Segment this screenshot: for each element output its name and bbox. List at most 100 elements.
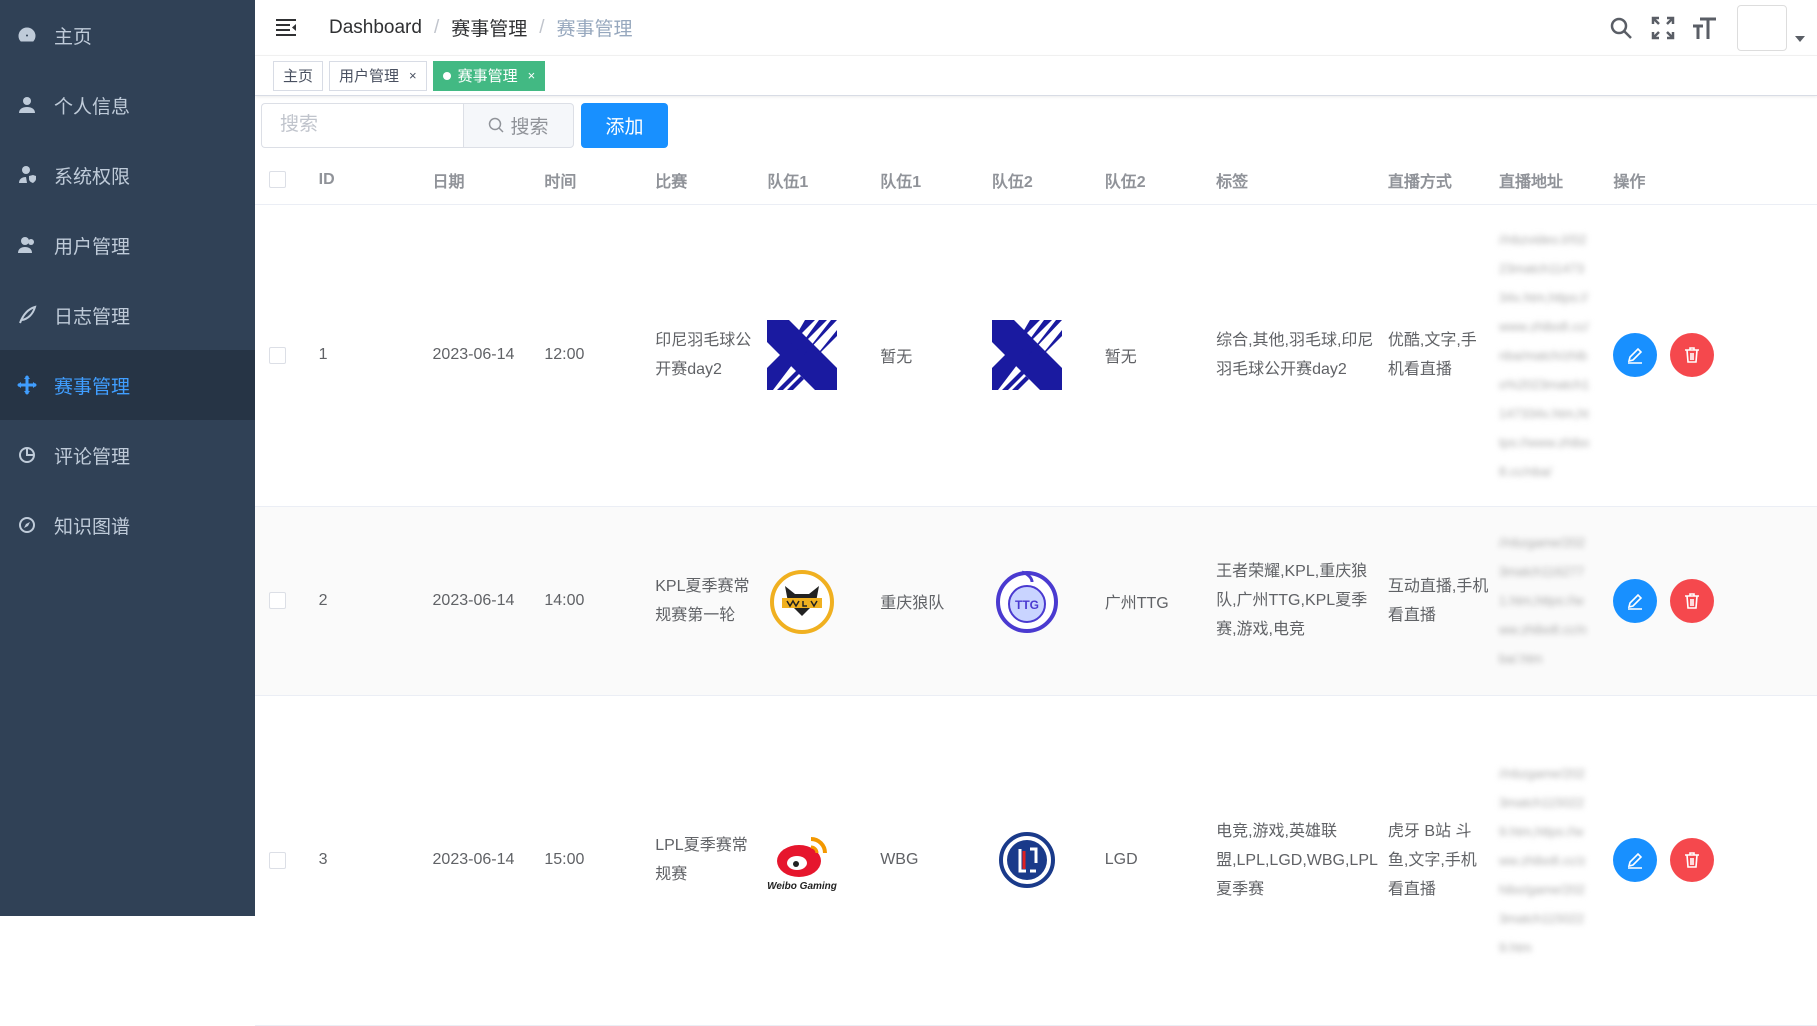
- breadcrumb-item[interactable]: 赛事管理: [451, 14, 527, 41]
- column-header: 队伍2: [1104, 156, 1217, 205]
- live-url-text: //nbzgame/2023match1162771.htm,https://w…: [1499, 535, 1587, 666]
- weibo-gaming-logo-icon: Weibo Gaming: [767, 837, 837, 892]
- live-mode-text: 互动直播,手机看直播: [1387, 577, 1489, 624]
- column-header: 比赛: [655, 156, 768, 205]
- close-icon[interactable]: ×: [409, 68, 417, 83]
- tags-text: 综合,其他,羽毛球,印尼羽毛球公开赛day2: [1216, 332, 1374, 378]
- table-row: 2 2023-06-14 14:00 KPL夏季赛常规赛第一轮 重庆狼队 TTG…: [255, 506, 1817, 696]
- live-url-cell: //nbzgame/2023match1162771.htm,https://w…: [1499, 506, 1614, 696]
- right-menu: [1607, 0, 1817, 56]
- add-button[interactable]: 添加: [581, 102, 668, 148]
- breadcrumb-item[interactable]: Dashboard: [329, 17, 422, 39]
- sidebar-item-label: 知识图谱: [54, 516, 131, 538]
- tags-text: 王者荣耀,KPL,重庆狼队,广州TTG,KPL夏季赛,游戏,电竞: [1216, 563, 1368, 638]
- column-header: 队伍1: [767, 156, 881, 205]
- select-all-cell: [255, 156, 319, 205]
- tags-cell: 王者荣耀,KPL,重庆狼队,广州TTG,KPL夏季赛,游戏,电竞: [1216, 506, 1388, 696]
- time-cell: 12:00: [544, 204, 656, 507]
- delete-button[interactable]: [1670, 578, 1715, 623]
- tag-label: 用户管理: [339, 68, 400, 85]
- sidebar-item-comments[interactable]: 评论管理: [0, 420, 255, 490]
- actions-cell: [1613, 695, 1817, 1026]
- trash-icon: [1685, 852, 1700, 868]
- team2-cell: 广州TTG: [1104, 506, 1217, 696]
- delete-button[interactable]: [1670, 838, 1715, 882]
- team1-cell: 重庆狼队: [880, 506, 992, 696]
- sidebar-item-label: 评论管理: [54, 446, 131, 468]
- team2-logo-cell: [991, 204, 1105, 507]
- live-mode-text: 优酷,文字,手机看直播: [1387, 332, 1477, 378]
- live-url-cell: //nbzgame/2023match1150229.htm,https://w…: [1499, 695, 1614, 1026]
- team1-cell: WBG: [880, 695, 992, 1026]
- matches-table: ID 日期 时间 比赛 队伍1 队伍1 队伍2 队伍2 标签 直播方式 直播地址…: [255, 156, 1817, 1026]
- row-select-cell: [255, 695, 319, 1026]
- fullscreen-icon[interactable]: [1649, 14, 1677, 42]
- table-row: 3 2023-06-14 15:00 LPL夏季赛常规赛 Weibo Gamin…: [255, 695, 1817, 1026]
- caret-down-icon[interactable]: [1795, 29, 1805, 47]
- tag-match-management[interactable]: 赛事管理 ×: [432, 60, 546, 91]
- sidebar-item-profile[interactable]: 个人信息: [0, 70, 255, 140]
- row-select-cell: [255, 204, 319, 507]
- row-checkbox[interactable]: [269, 592, 286, 609]
- close-icon[interactable]: ×: [528, 68, 536, 83]
- team1-logo-cell: [767, 204, 881, 507]
- team2-logo-cell: TTG: [991, 506, 1105, 696]
- font-size-icon[interactable]: [1691, 14, 1719, 42]
- sidebar-item-label: 日志管理: [54, 306, 131, 328]
- tag-user-management[interactable]: 用户管理 ×: [329, 60, 427, 91]
- breadcrumb-separator: /: [539, 16, 545, 38]
- live-mode-cell: 互动直播,手机看直播: [1387, 506, 1500, 696]
- actions-cell: [1613, 204, 1817, 507]
- edit-icon: [1628, 852, 1643, 869]
- compass-icon: [16, 514, 38, 536]
- time-cell: 15:00: [544, 695, 656, 1026]
- actions-cell: [1613, 506, 1817, 696]
- trash-icon: [1685, 347, 1700, 363]
- row-checkbox[interactable]: [269, 346, 286, 364]
- breadcrumb-item: 赛事管理: [556, 19, 633, 40]
- live-url-text: //nbzvideo.l//0223match1147334x.htm,http…: [1499, 231, 1590, 479]
- sidebar-item-label: 个人信息: [54, 96, 131, 118]
- id-cell: 3: [318, 695, 433, 1026]
- edit-button[interactable]: [1613, 838, 1658, 882]
- row-checkbox[interactable]: [269, 851, 286, 869]
- column-header: 队伍1: [880, 156, 992, 205]
- live-url-text: //nbzgame/2023match1150229.htm,https://w…: [1499, 765, 1586, 955]
- id-cell: 2: [318, 506, 433, 696]
- edit-button[interactable]: [1613, 333, 1658, 377]
- active-dot-icon: [442, 71, 451, 80]
- tags-cell: 电竞,游戏,英雄联盟,LPL,LGD,WBG,LPL夏季赛: [1216, 695, 1388, 1026]
- user-icon: [16, 94, 38, 116]
- users-icon: [16, 234, 38, 256]
- select-all-checkbox[interactable]: [269, 171, 286, 189]
- live-mode-cell: 虎牙 B站 斗鱼,文字,手机看直播: [1387, 695, 1500, 1026]
- sidebar-item-matches[interactable]: 赛事管理: [0, 350, 255, 420]
- sidebar-item-logs[interactable]: 日志管理: [0, 280, 255, 350]
- navbar: Dashboard / 赛事管理 / 赛事管理: [255, 0, 1817, 56]
- live-mode-text: 虎牙 B站 斗鱼,文字,手机看直播: [1387, 822, 1477, 898]
- tag-label: 主页: [283, 68, 314, 85]
- edit-button[interactable]: [1613, 578, 1658, 623]
- sidebar-item-permissions[interactable]: 系统权限: [0, 140, 255, 210]
- delete-button[interactable]: [1670, 333, 1715, 377]
- search-icon[interactable]: [1607, 14, 1635, 42]
- sidebar-item-knowledge-graph[interactable]: 知识图谱: [0, 490, 255, 560]
- svg-text:Weibo Gaming: Weibo Gaming: [767, 881, 837, 892]
- avatar[interactable]: [1737, 5, 1787, 51]
- sidebar-item-home[interactable]: 主页: [0, 0, 255, 70]
- time-cell: 14:00: [544, 506, 656, 696]
- user-shield-icon: [16, 164, 38, 186]
- hamburger-icon[interactable]: [275, 15, 301, 41]
- search-button[interactable]: 搜索: [463, 102, 574, 148]
- column-header: 标签: [1216, 156, 1388, 205]
- tag-label: 赛事管理: [457, 68, 518, 85]
- tags-view: 主页 用户管理 × 赛事管理 ×: [255, 56, 1817, 96]
- tag-home[interactable]: 主页: [273, 60, 324, 91]
- table-row: 1 2023-06-14 12:00 印尼羽毛球公开赛day2 暂无 暂无 综合…: [255, 204, 1817, 507]
- sidebar-item-users[interactable]: 用户管理: [0, 210, 255, 280]
- lgd-logo-icon: [998, 832, 1055, 888]
- sidebar-item-label: 系统权限: [54, 166, 131, 188]
- search-input[interactable]: [261, 102, 463, 148]
- feather-icon: [16, 304, 38, 326]
- team1-logo-cell: Weibo Gaming: [767, 695, 881, 1026]
